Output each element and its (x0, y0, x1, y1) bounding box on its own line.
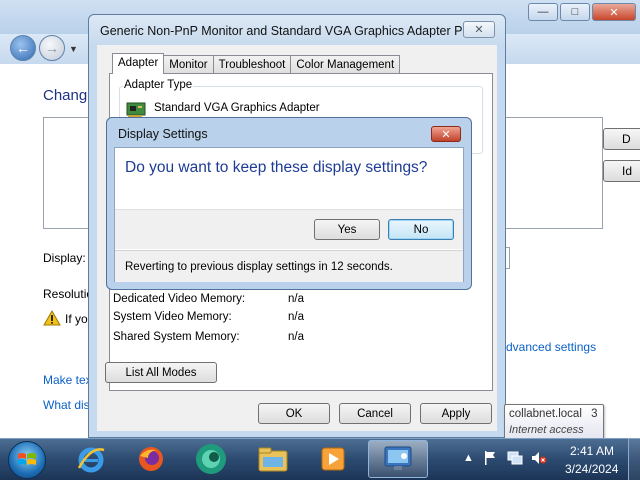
ok-button[interactable]: OK (258, 403, 330, 424)
display-settings-titlebar: Display Settings ✕ (107, 118, 471, 148)
what-display-settings-link[interactable]: What dis (43, 398, 90, 412)
dedicated-memory-value: n/a (288, 293, 304, 305)
maximize-button[interactable]: □ (560, 3, 590, 21)
show-hidden-icons-icon[interactable]: ▲ (463, 452, 474, 464)
display-settings-title: Display Settings (118, 127, 208, 141)
tab-monitor[interactable]: Monitor (163, 55, 214, 74)
taskbar-media-player[interactable] (306, 440, 360, 478)
taskbar-internet-explorer[interactable] (64, 440, 118, 478)
properties-tabs: Adapter Monitor Troubleshoot Color Manag… (112, 53, 401, 74)
tab-troubleshoot[interactable]: Troubleshoot (212, 55, 292, 74)
start-button[interactable] (8, 441, 46, 479)
identify-button[interactable]: Id (603, 160, 640, 182)
action-center-flag-icon[interactable] (483, 450, 497, 466)
network-count: 3 (591, 408, 598, 420)
display-settings-close-button[interactable]: ✕ (431, 126, 461, 142)
system-memory-value: n/a (288, 311, 304, 323)
list-all-modes-button[interactable]: List All Modes (105, 362, 217, 383)
volume-muted-icon[interactable] (531, 451, 547, 465)
shared-memory-value: n/a (288, 331, 304, 343)
arrow-left-icon: ← (16, 40, 30, 56)
taskbar-file-explorer[interactable] (246, 440, 300, 478)
revert-countdown-text: Reverting to previous display settings i… (125, 261, 393, 273)
close-icon: ✕ (474, 24, 484, 36)
windows-logo-icon (18, 453, 36, 465)
properties-close-button[interactable]: ✕ (463, 21, 495, 38)
internet-explorer-icon (77, 447, 105, 473)
advanced-settings-link[interactable]: Advanced settings (506, 340, 596, 354)
display-settings-button-bar: Yes No (115, 209, 463, 249)
control-panel-icon (384, 446, 412, 470)
show-desktop-button[interactable] (628, 438, 640, 480)
dedicated-memory-label: Dedicated Video Memory: (113, 293, 246, 305)
cancel-button[interactable]: Cancel (339, 403, 411, 424)
firefox-icon (139, 447, 163, 471)
resolution-label: Resolutio (43, 287, 94, 301)
display-settings-dialog: Display Settings ✕ Do you want to keep t… (106, 117, 472, 290)
network-icon[interactable] (507, 451, 523, 465)
close-window-button[interactable]: ✕ (592, 3, 636, 21)
taskbar-control-panel[interactable] (368, 440, 428, 478)
arrow-right-icon: → (45, 40, 59, 56)
tab-adapter[interactable]: Adapter (112, 53, 165, 74)
taskbar-green-app[interactable] (184, 440, 238, 478)
display-label: Display: (43, 251, 86, 265)
network-name: collabnet.local 3 (509, 408, 598, 420)
media-player-icon (321, 447, 345, 471)
warning-icon (43, 310, 61, 326)
app-green-icon (196, 444, 226, 474)
adapter-type-label: Adapter Type (123, 79, 194, 91)
properties-title: Generic Non-PnP Monitor and Standard VGA… (100, 24, 462, 38)
revert-countdown-bar: Reverting to previous display settings i… (115, 250, 463, 282)
file-explorer-icon (258, 447, 288, 472)
network-name-text: collabnet.local (509, 408, 582, 420)
properties-titlebar: Generic Non-PnP Monitor and Standard VGA… (89, 15, 505, 45)
window-controls: — □ ✕ (528, 3, 636, 21)
keep-settings-question: Do you want to keep these display settin… (125, 159, 428, 176)
recent-pages-dropdown-icon[interactable]: ▼ (69, 44, 78, 54)
detect-button[interactable]: D (603, 128, 640, 150)
display-settings-content: Do you want to keep these display settin… (114, 147, 464, 282)
graphics-card-icon (126, 102, 146, 117)
network-access-status: Internet access (509, 424, 584, 436)
advanced-settings-link-text: Advanced settings (506, 340, 596, 354)
taskbar-firefox[interactable] (124, 440, 178, 478)
system-memory-label: System Video Memory: (113, 311, 232, 323)
network-tooltip: collabnet.local 3 Internet access (504, 404, 604, 440)
back-button[interactable]: ← (10, 35, 36, 61)
shared-memory-label: Shared System Memory: (113, 331, 240, 343)
tab-color-management[interactable]: Color Management (290, 55, 401, 74)
warning-text: If yo (65, 312, 88, 326)
clock-date[interactable]: 3/24/2024 (565, 462, 618, 476)
forward-button[interactable]: → (39, 35, 65, 61)
apply-button[interactable]: Apply (420, 403, 492, 424)
yes-button[interactable]: Yes (314, 219, 380, 240)
close-icon: ✕ (441, 128, 451, 141)
minimize-button[interactable]: — (528, 3, 558, 21)
clock-time[interactable]: 2:41 AM (570, 444, 614, 458)
adapter-name: Standard VGA Graphics Adapter (154, 102, 320, 114)
page-title: Change (43, 87, 93, 104)
make-text-larger-link[interactable]: Make tex (43, 373, 92, 387)
no-button[interactable]: No (388, 219, 454, 240)
